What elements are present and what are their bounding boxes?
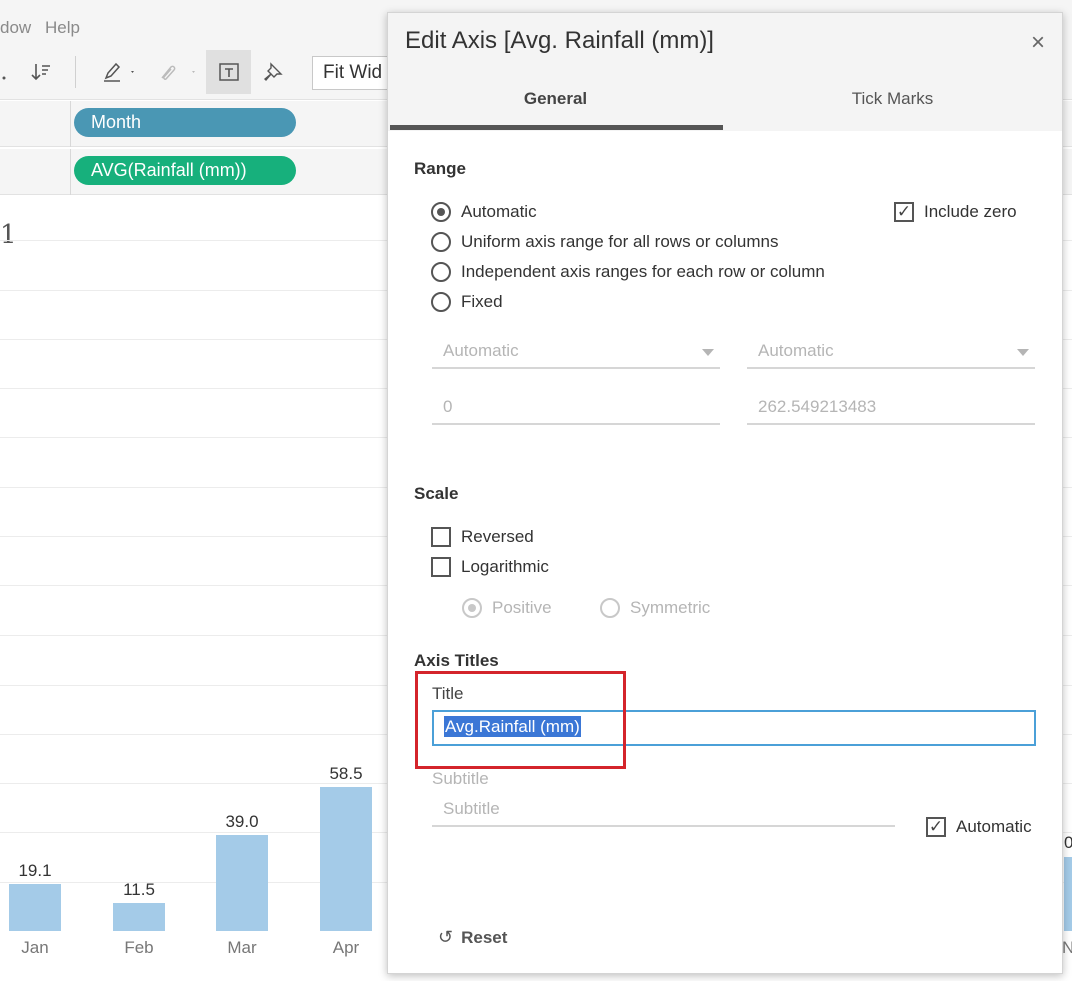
undo-icon: ↺ xyxy=(438,927,454,947)
range-automatic-radio[interactable]: Automatic xyxy=(431,202,537,222)
bar-value-label: 39.0 xyxy=(225,812,259,831)
radio-label: Independent axis ranges for each row or … xyxy=(461,262,825,281)
pin-icon[interactable] xyxy=(258,50,288,94)
checkbox-icon xyxy=(431,557,451,577)
checkbox-icon xyxy=(431,527,451,547)
checkbox-label: Logarithmic xyxy=(461,557,549,576)
shelf-divider xyxy=(70,101,71,147)
avg-rainfall-pill[interactable]: AVG(Rainfall (mm)) xyxy=(74,156,296,185)
positive-radio[interactable]: Positive xyxy=(462,598,552,618)
dialog-title: Edit Axis [Avg. Rainfall (mm)] xyxy=(405,27,714,54)
chevron-down-icon xyxy=(702,349,714,356)
month-pill[interactable]: Month xyxy=(74,108,296,137)
edit-axis-dialog: Edit Axis [Avg. Rainfall (mm)] × General… xyxy=(387,12,1063,974)
x-axis-tick-label: Jan xyxy=(21,938,49,957)
menu-item-window[interactable]: dow xyxy=(0,18,31,38)
bar-value-label: 0 xyxy=(1064,833,1072,852)
radio-icon xyxy=(431,232,451,252)
scale-heading: Scale xyxy=(414,484,459,503)
tab-general[interactable]: General xyxy=(388,89,723,109)
reset-label: Reset xyxy=(461,927,508,947)
checkbox-label: Reversed xyxy=(461,527,534,546)
logarithmic-checkbox[interactable]: Logarithmic xyxy=(431,557,549,577)
tab-tick-marks[interactable]: Tick Marks xyxy=(723,89,1062,109)
radio-selected-icon xyxy=(462,598,482,618)
active-tab-indicator xyxy=(390,125,723,130)
bar-jan[interactable] xyxy=(9,884,61,931)
axis-title-input[interactable]: Avg.Rainfall (mm) xyxy=(432,710,1036,746)
bar-value-label: 11.5 xyxy=(123,880,155,899)
axis-title-fragment: 1 xyxy=(0,220,17,250)
radio-icon xyxy=(431,292,451,312)
radio-label: Symmetric xyxy=(630,598,711,617)
close-icon[interactable]: × xyxy=(1031,29,1045,57)
bar-feb[interactable] xyxy=(113,903,165,931)
reset-button[interactable]: ↺ Reset xyxy=(438,927,507,948)
range-independent-radio[interactable]: Independent axis ranges for each row or … xyxy=(431,262,825,282)
symmetric-radio[interactable]: Symmetric xyxy=(600,598,710,618)
x-axis-tick-label: Feb xyxy=(124,938,154,957)
sort-icon[interactable] xyxy=(26,50,56,94)
range-heading: Range xyxy=(414,159,466,178)
range-start-input[interactable]: 0 xyxy=(432,393,720,425)
dropdown-value: Automatic xyxy=(443,341,519,360)
subtitle-automatic-checkbox[interactable]: ✓ Automatic xyxy=(926,817,1032,837)
bar-value-label: 19.1 xyxy=(18,861,52,880)
radio-label: Uniform axis range for all rows or colum… xyxy=(461,232,779,251)
title-field-label: Title xyxy=(432,684,464,703)
x-axis-tick-label: Mar xyxy=(227,938,257,957)
include-zero-checkbox[interactable]: ✓ Include zero xyxy=(894,202,1017,222)
range-start-mode-dropdown[interactable]: Automatic xyxy=(432,337,720,369)
text-label-icon[interactable] xyxy=(206,50,251,94)
toolbar-separator xyxy=(75,56,76,88)
checkbox-label: Automatic xyxy=(956,817,1032,836)
radio-label: Automatic xyxy=(461,202,537,221)
range-end-mode-dropdown[interactable]: Automatic xyxy=(747,337,1035,369)
dropdown-value: Automatic xyxy=(758,341,834,360)
menu-item-help[interactable]: Help xyxy=(45,18,80,38)
checkmark-icon: ✓ xyxy=(894,202,914,222)
bar-apr[interactable] xyxy=(320,787,372,931)
radio-icon xyxy=(431,262,451,282)
annotate-icon[interactable] xyxy=(152,50,200,94)
chevron-down-icon xyxy=(1017,349,1029,356)
x-axis-tick-label: No xyxy=(1062,938,1072,957)
toolbar-fragment-icon[interactable] xyxy=(0,50,10,94)
bar-mar[interactable] xyxy=(216,835,268,931)
radio-icon xyxy=(600,598,620,618)
checkbox-label: Include zero xyxy=(924,202,1017,221)
axis-titles-heading: Axis Titles xyxy=(414,651,499,670)
radio-selected-icon xyxy=(431,202,451,222)
reversed-checkbox[interactable]: Reversed xyxy=(431,527,534,547)
subtitle-field-label: Subtitle xyxy=(432,769,489,788)
range-uniform-radio[interactable]: Uniform axis range for all rows or colum… xyxy=(431,232,778,252)
shelf-divider xyxy=(70,149,71,195)
dialog-header: Edit Axis [Avg. Rainfall (mm)] × General… xyxy=(388,13,1062,131)
checkmark-icon: ✓ xyxy=(926,817,946,837)
range-end-input[interactable]: 262.549213483 xyxy=(747,393,1035,425)
bar-edge-partial[interactable] xyxy=(1064,857,1072,931)
subtitle-input[interactable]: Subtitle xyxy=(432,795,895,827)
radio-label: Positive xyxy=(492,598,552,617)
range-fixed-radio[interactable]: Fixed xyxy=(431,292,503,312)
radio-label: Fixed xyxy=(461,292,503,311)
highlight-pen-icon[interactable] xyxy=(96,50,142,94)
bar-value-label: 58.5 xyxy=(329,764,363,783)
x-axis-tick-label: Apr xyxy=(332,938,360,957)
selected-title-text: Avg.Rainfall (mm) xyxy=(444,716,581,737)
